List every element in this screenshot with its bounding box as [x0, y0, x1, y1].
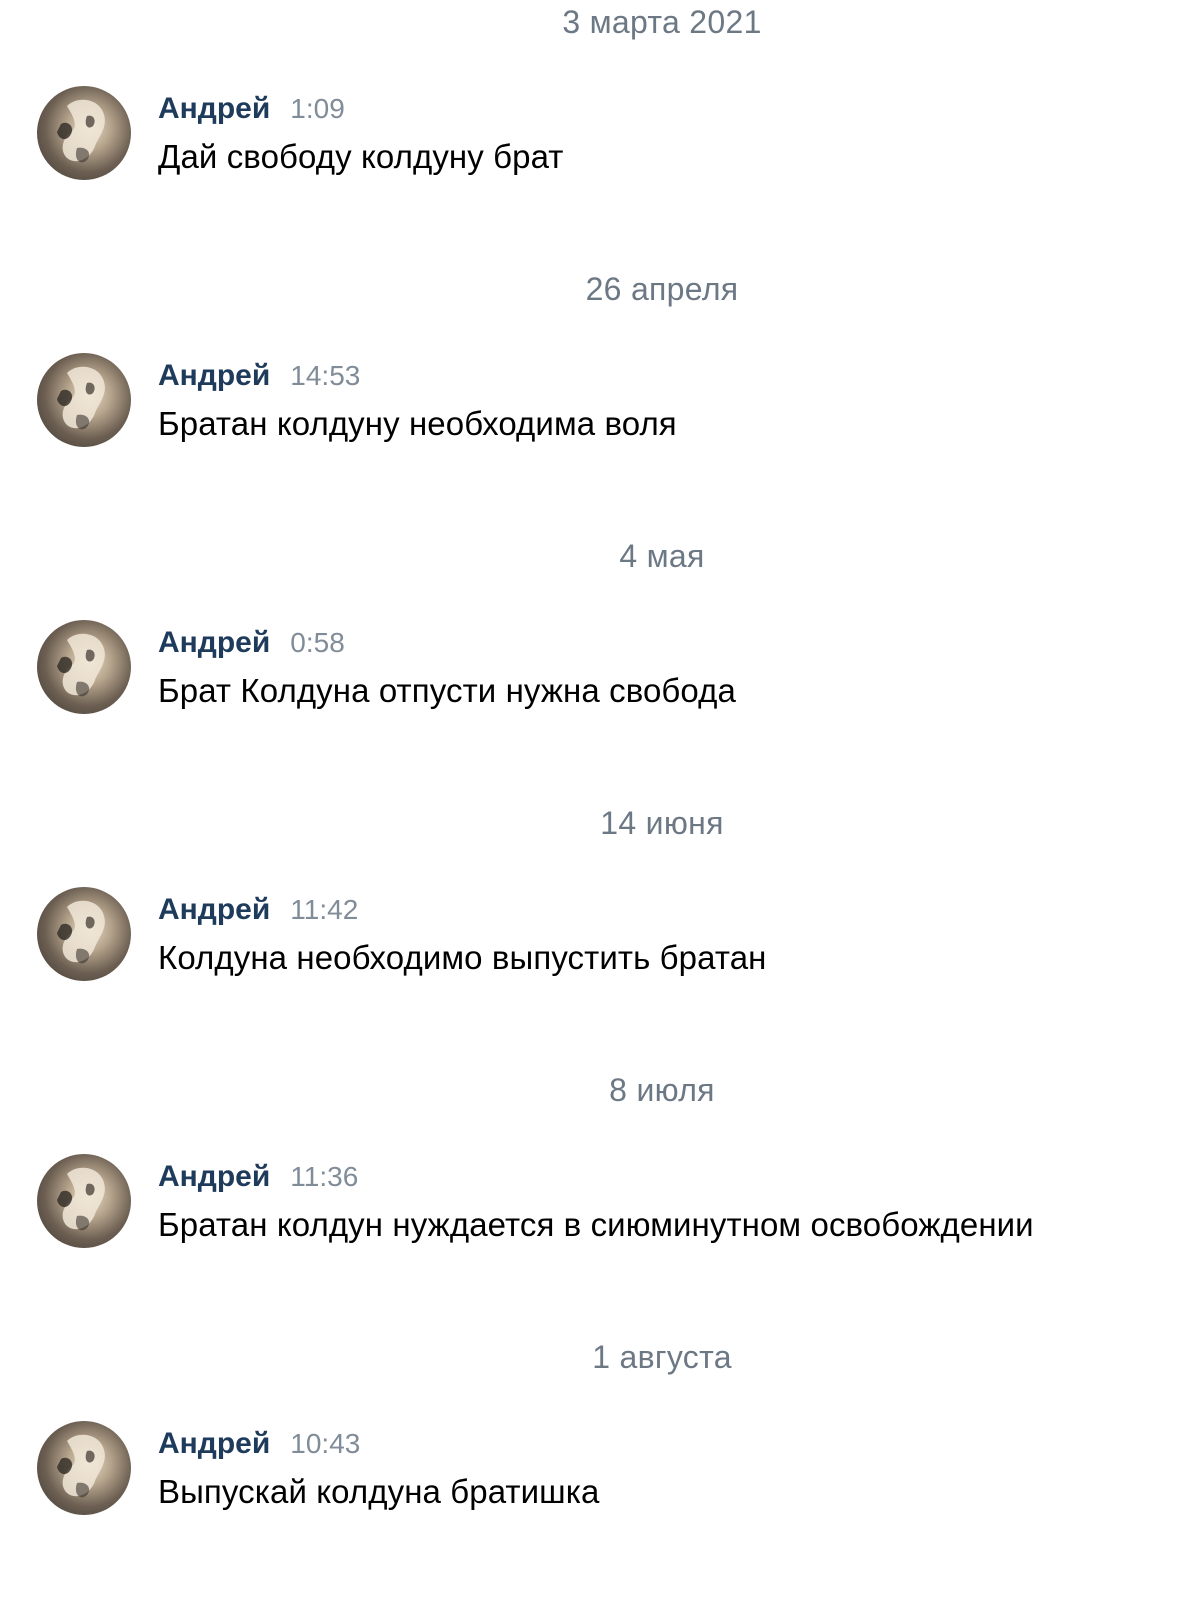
avatar-image-icon [57, 366, 105, 430]
date-separator: 14 июня [600, 805, 724, 841]
author-name[interactable]: Андрей [158, 1160, 270, 1194]
author-name[interactable]: Андрей [158, 359, 270, 393]
avatar-image-icon [57, 900, 105, 964]
date-separator: 4 мая [619, 538, 705, 574]
message-header: Андрей 14:53 [158, 359, 360, 399]
message-text: Брат Колдуна отпусти нужна свобода [158, 672, 736, 709]
author-name[interactable]: Андрей [158, 893, 270, 927]
avatar[interactable] [37, 353, 131, 447]
message-time: 14:53 [290, 360, 361, 391]
message-text: Дай свободу колдуну брат [158, 138, 564, 175]
avatar-image-icon [57, 633, 105, 697]
date-separator: 8 июля [609, 1072, 715, 1108]
message-text: Братан колдун нуждается в сиюминутном ос… [158, 1206, 1034, 1243]
message-block: 26 апреля Андрей 14:53 Братан колдуну не… [0, 267, 1179, 535]
author-name[interactable]: Андрей [158, 626, 270, 660]
avatar-image-icon [57, 1434, 105, 1498]
message-header: Андрей 11:42 [158, 893, 358, 933]
avatar[interactable] [37, 86, 131, 180]
message-text: Колдуна необходимо выпустить братан [158, 939, 767, 976]
date-separator: 1 августа [592, 1339, 732, 1375]
message-time: 1:09 [290, 93, 345, 124]
date-separator: 26 апреля [585, 271, 739, 307]
avatar-image-icon [57, 99, 105, 163]
message-block: 14 июня Андрей 11:42 Колдуна необходимо … [0, 801, 1179, 1069]
message-text: Братан колдуну необходима воля [158, 405, 677, 442]
author-name[interactable]: Андрей [158, 1427, 270, 1461]
message-block: 4 мая Андрей 0:58 Брат Колдуна отпусти н… [0, 534, 1179, 802]
message-time: 11:36 [290, 1161, 359, 1192]
chat-history: 3 марта 2021 Андрей 1:09 Дай свободу кол… [0, 0, 1179, 1563]
message-time: 10:43 [290, 1428, 361, 1459]
author-name[interactable]: Андрей [158, 92, 270, 126]
message-header: Андрей 10:43 [158, 1427, 360, 1467]
message-text: Выпускай колдуна братишка [158, 1473, 600, 1510]
message-block: 3 марта 2021 Андрей 1:09 Дай свободу кол… [0, 0, 1179, 268]
message-time: 0:58 [290, 627, 345, 658]
avatar[interactable] [37, 1154, 131, 1248]
date-separator: 3 марта 2021 [562, 4, 762, 40]
avatar-image-icon [57, 1167, 105, 1231]
message-header: Андрей 0:58 [158, 626, 345, 666]
avatar[interactable] [37, 887, 131, 981]
avatar[interactable] [37, 1421, 131, 1515]
message-block: 8 июля Андрей 11:36 Братан колдун нуждае… [0, 1068, 1179, 1336]
message-header: Андрей 11:36 [158, 1160, 358, 1200]
avatar[interactable] [37, 620, 131, 714]
message-time: 11:42 [290, 894, 359, 925]
message-header: Андрей 1:09 [158, 92, 345, 132]
